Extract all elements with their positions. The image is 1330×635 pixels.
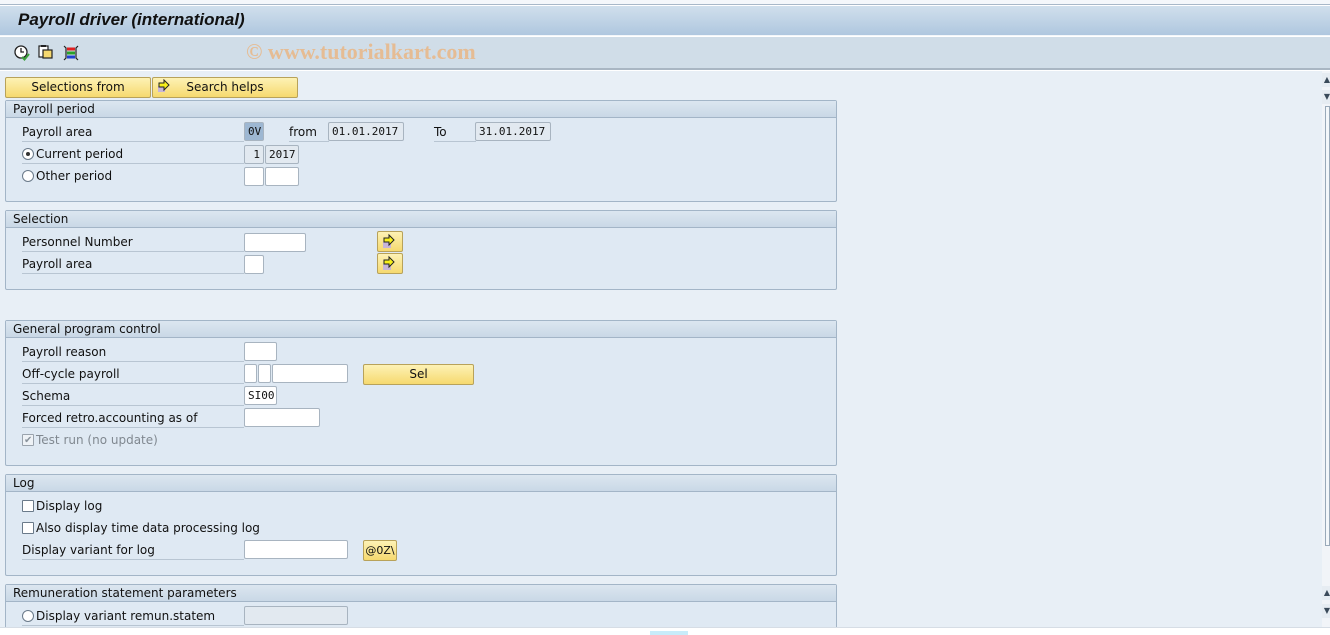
sel-button[interactable]: Sel [363, 364, 474, 385]
scrollbar-thumb[interactable] [1325, 106, 1330, 546]
remun-display-variant-label: Display variant remun.statem [36, 609, 216, 623]
group-header: Log [6, 475, 836, 492]
current-period-number-field: 1 [244, 145, 264, 164]
remun-display-variant-field [244, 606, 348, 625]
page-down-icon[interactable]: ▼ [1322, 604, 1330, 618]
schema-label: Schema [22, 387, 244, 406]
variant-button-label: @0Z\ [365, 544, 395, 557]
sel-button-label: Sel [409, 367, 428, 381]
current-period-radio[interactable] [22, 148, 34, 160]
from-label: from [289, 123, 329, 142]
test-run-label: Test run (no update) [36, 433, 158, 447]
other-period-year-field[interactable] [265, 167, 299, 186]
selections-from-label: Selections from [31, 80, 125, 94]
schema-field[interactable]: SI00 [244, 386, 277, 405]
arrow-right-icon [157, 78, 171, 99]
to-date-field: 31.01.2017 [475, 122, 551, 141]
current-period-label: Current period [36, 147, 124, 161]
other-period-row: Other period [22, 167, 244, 186]
remun-display-variant-row: Display variant remun.statem [22, 607, 244, 626]
selection-screen: Selections from Search helps Payroll per… [0, 71, 1322, 634]
payroll-area-field[interactable]: 0V [244, 122, 264, 141]
payroll-area-selection-field[interactable] [244, 255, 264, 274]
remun-display-variant-radio[interactable] [22, 610, 34, 622]
other-period-number-field[interactable] [244, 167, 264, 186]
group-header: Remuneration statement parameters [6, 585, 836, 602]
time-data-log-checkbox[interactable] [22, 522, 34, 534]
log-group: Log Display log Also display time data p… [5, 474, 837, 576]
group-header: General program control [6, 321, 836, 338]
search-helps-label: Search helps [186, 80, 264, 94]
status-indicator [650, 631, 688, 635]
time-data-log-label: Also display time data processing log [36, 521, 260, 535]
other-period-label: Other period [36, 169, 113, 183]
from-date-field: 01.01.2017 [328, 122, 404, 141]
application-toolbar: © www.tutorialkart.com [0, 37, 1330, 70]
other-period-radio[interactable] [22, 170, 34, 182]
forced-retro-label: Forced retro.accounting as of [22, 409, 244, 428]
copy-variant-icon[interactable] [37, 44, 55, 62]
current-period-year-field: 2017 [265, 145, 299, 164]
page-title: Payroll driver (international) [18, 10, 245, 29]
time-data-log-row: Also display time data processing log [22, 519, 422, 538]
display-log-label: Display log [36, 499, 103, 513]
selections-from-button[interactable]: Selections from [5, 77, 151, 98]
execute-clock-icon[interactable] [13, 44, 31, 62]
display-log-row: Display log [22, 497, 422, 516]
selection-options-icon[interactable] [62, 44, 80, 62]
group-header: Selection [6, 211, 836, 228]
arrow-right-icon [383, 255, 395, 270]
display-log-checkbox[interactable] [22, 500, 34, 512]
to-label: To [434, 123, 476, 142]
vertical-scrollbar[interactable]: ▲ ▼ ▲ ▼ [1322, 71, 1330, 627]
off-cycle-payroll-label: Off-cycle payroll [22, 365, 244, 384]
display-variant-log-button[interactable]: @0Z\ [363, 540, 397, 561]
payroll-area-multiple-selection-button[interactable] [377, 253, 403, 274]
top-strip [0, 0, 1330, 5]
off-cycle-field-3[interactable] [272, 364, 348, 383]
selection-group: Selection Personnel Number Payroll area [5, 210, 837, 290]
search-helps-button[interactable]: Search helps [152, 77, 298, 98]
page-up-icon[interactable]: ▲ [1322, 586, 1330, 600]
group-header: Payroll period [6, 101, 836, 118]
payroll-reason-label: Payroll reason [22, 343, 244, 362]
display-variant-log-label: Display variant for log [22, 541, 244, 560]
payroll-period-group: Payroll period Payroll area 0V from 01.0… [5, 100, 837, 202]
checkmark-icon: ✔ [24, 435, 33, 446]
display-variant-log-field[interactable] [244, 540, 348, 559]
payroll-reason-field[interactable] [244, 342, 277, 361]
forced-retro-field[interactable] [244, 408, 320, 427]
off-cycle-field-1[interactable] [244, 364, 257, 383]
arrow-right-icon [383, 233, 395, 248]
general-program-control-group: General program control Payroll reason O… [5, 320, 837, 466]
watermark: © www.tutorialkart.com [246, 39, 476, 64]
personnel-number-label: Personnel Number [22, 233, 244, 252]
payroll-area-label: Payroll area [22, 123, 244, 142]
sap-window: Payroll driver (international) © www.tut… [0, 0, 1330, 635]
current-period-row: Current period [22, 145, 244, 164]
personnel-number-field[interactable] [244, 233, 306, 252]
title-bar: Payroll driver (international) [0, 6, 1330, 36]
scroll-up-icon[interactable]: ▲ [1322, 73, 1330, 87]
status-bar [0, 627, 1330, 635]
payroll-area-label: Payroll area [22, 255, 244, 274]
test-run-checkbox: ✔ [22, 434, 34, 446]
scroll-down-icon[interactable]: ▼ [1322, 90, 1330, 104]
personnel-number-multiple-selection-button[interactable] [377, 231, 403, 252]
test-run-row: ✔ Test run (no update) [22, 431, 244, 450]
off-cycle-field-2[interactable] [258, 364, 271, 383]
